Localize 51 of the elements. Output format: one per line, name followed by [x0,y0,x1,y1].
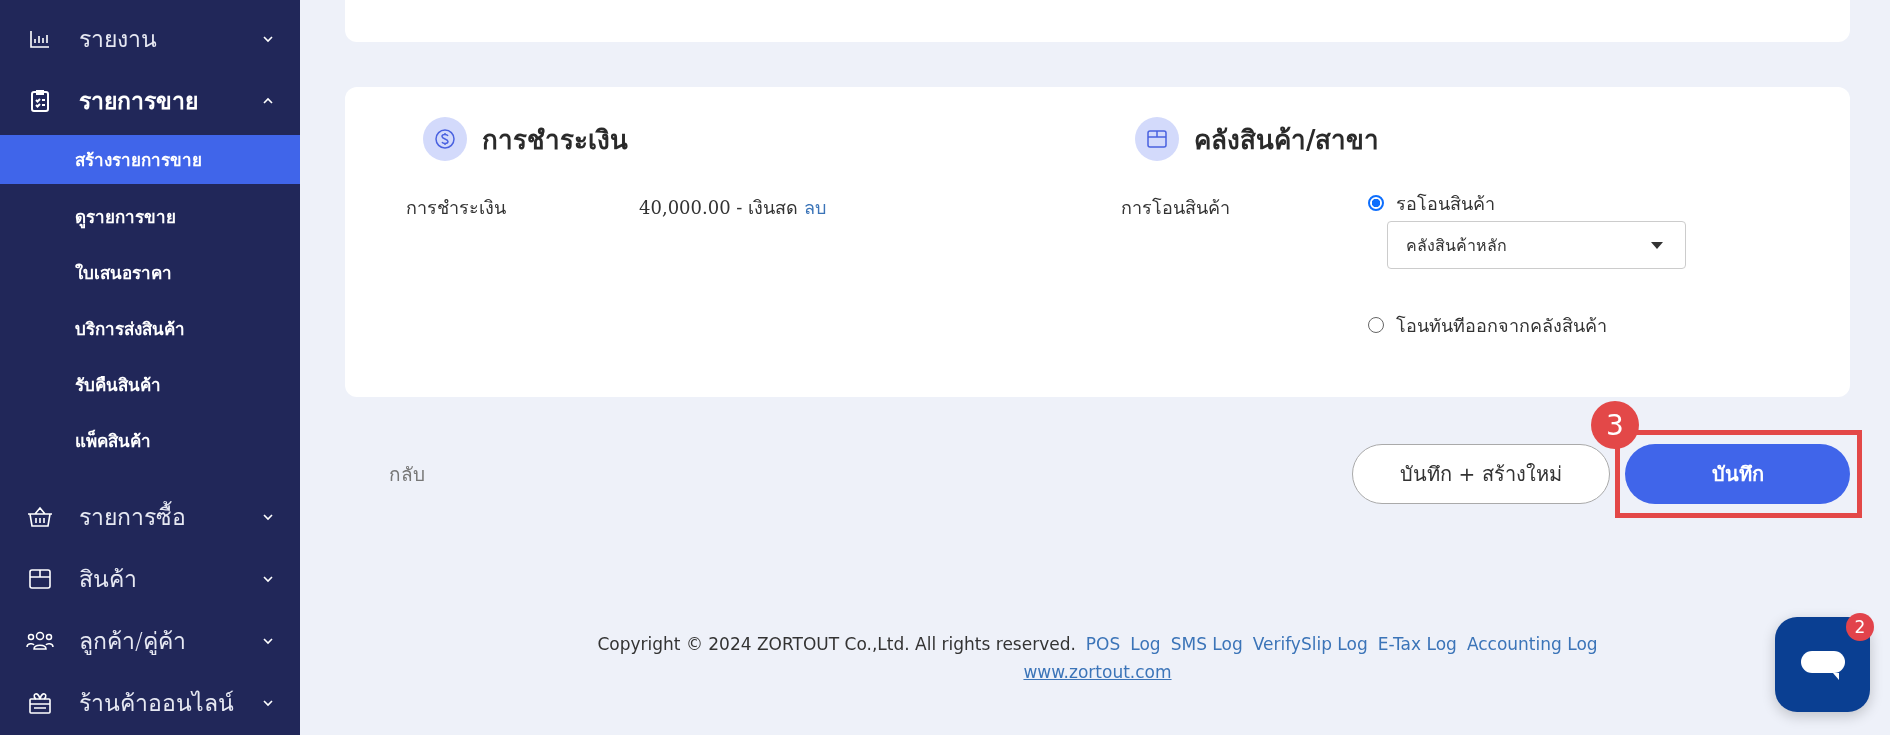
people-icon [26,631,54,651]
radio-label: โอนทันทีออกจากคลังสินค้า [1396,313,1607,338]
caret-down-icon [1651,241,1663,249]
back-link[interactable]: กลับ [389,463,425,485]
chevron-down-icon [262,513,274,521]
warehouse-dropdown[interactable]: คลังสินค้าหลัก [1387,221,1686,269]
chevron-down-icon [262,637,274,645]
section-title: คลังสินค้า/สาขา [1194,123,1380,157]
step-badge: 3 [1591,401,1639,449]
section-title: การชำระเงิน [482,123,628,157]
footer-link[interactable]: SMS Log [1170,634,1243,654]
radio-label: รอโอนสินค้า [1396,191,1495,216]
gift-box-icon [28,691,52,715]
box-icon [1135,117,1179,161]
chevron-up-icon [262,97,274,105]
clipboard-icon [30,89,50,113]
footer-link[interactable]: Accounting Log [1466,634,1598,654]
sidebar-subitem[interactable]: ดูรายการขาย [0,188,300,244]
footer-link[interactable]: POS [1085,634,1121,654]
footer-link[interactable]: Log [1130,634,1161,654]
chevron-down-icon [262,699,274,707]
save-button[interactable]: บันทึก [1625,444,1850,504]
footer-link[interactable]: E-Tax Log [1377,634,1457,654]
bar-chart-icon [29,29,51,49]
website-link[interactable]: www.zortout.com [1023,662,1172,682]
basket-icon [27,506,53,528]
delete-link[interactable]: ลบ [803,197,826,218]
dollar-coin-icon [423,117,467,161]
chat-button[interactable] [1775,617,1870,712]
sidebar-subitem[interactable]: สร้างรายการขาย [0,135,300,184]
radio-button[interactable] [1368,195,1384,211]
save-and-new-button[interactable]: บันทึก + สร้างใหม่ [1352,444,1610,504]
sidebar-item[interactable]: รายการซื้อ [0,486,300,548]
field-label: การชำระเงิน [406,196,507,220]
notification-badge: 2 [1846,613,1874,641]
chevron-down-icon [262,35,274,43]
chevron-down-icon [262,575,274,583]
sidebar-item[interactable]: ลูกค้า/คู่ค้า [0,610,300,672]
payment-value: 40,000.00 - เงินสด [639,197,799,218]
field-label: การโอนสินค้า [1121,196,1231,220]
sidebar-item[interactable]: รายการขาย [0,70,300,132]
sidebar-subitem[interactable]: แพ็คสินค้า [0,412,300,468]
sidebar-subitem[interactable]: รับคืนสินค้า [0,356,300,412]
sidebar-subitem[interactable]: บริการส่งสินค้า [0,300,300,356]
sidebar-item[interactable]: รายงาน [0,8,300,70]
sidebar-item[interactable]: สินค้า [0,548,300,610]
box-icon [28,568,52,590]
sidebar-item[interactable]: ร้านค้าออนไลน์ [0,672,300,734]
footer-link[interactable]: VerifySlip Log [1252,634,1368,654]
copyright-text: Copyright © 2024 ZORTOUT Co.,Ltd. All rights reserved. [597,634,1076,654]
sidebar-subitem[interactable]: ใบเสนอราคา [0,244,300,300]
